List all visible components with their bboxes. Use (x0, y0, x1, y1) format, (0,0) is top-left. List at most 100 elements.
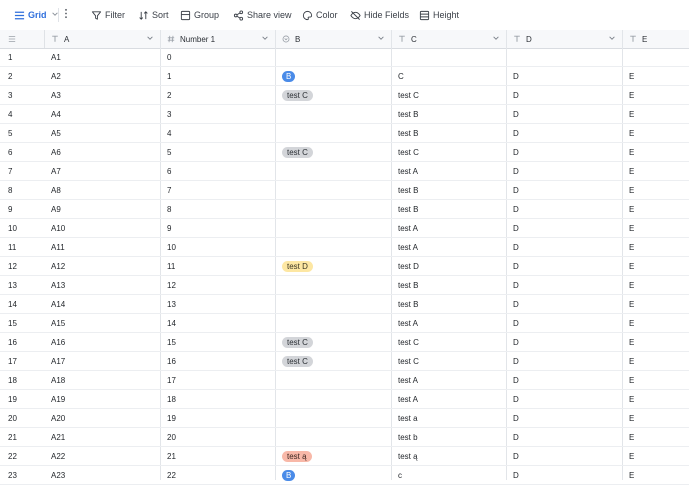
row-number-cell[interactable]: 22 (0, 447, 45, 465)
cell-b[interactable] (276, 105, 392, 123)
cell-c[interactable] (392, 48, 507, 66)
cell-d[interactable]: D (507, 200, 623, 218)
table-row[interactable]: 15 A15 14 test A D E (0, 314, 689, 333)
cell-b[interactable] (276, 371, 392, 389)
table-row[interactable]: 9 A9 8 test B D E (0, 200, 689, 219)
cell-e[interactable]: E (623, 238, 689, 256)
cell-b[interactable] (276, 238, 392, 256)
row-number-cell[interactable]: 23 (0, 466, 45, 484)
cell-b[interactable]: test C (276, 143, 392, 161)
row-number-cell[interactable]: 8 (0, 181, 45, 199)
table-row[interactable]: 20 A20 19 test a D E (0, 409, 689, 428)
cell-d[interactable]: D (507, 409, 623, 427)
row-number-cell[interactable]: 1 (0, 48, 45, 66)
cell-a[interactable]: A6 (45, 143, 161, 161)
row-number-cell[interactable]: 6 (0, 143, 45, 161)
cell-d[interactable]: D (507, 67, 623, 85)
row-number-cell[interactable]: 13 (0, 276, 45, 294)
cell-e[interactable]: E (623, 352, 689, 370)
row-number-cell[interactable]: 18 (0, 371, 45, 389)
cell-e[interactable]: E (623, 162, 689, 180)
cell-b[interactable] (276, 200, 392, 218)
cell-d[interactable]: D (507, 352, 623, 370)
cell-c[interactable]: test D (392, 257, 507, 275)
cell-number-1[interactable]: 22 (161, 466, 276, 484)
cell-e[interactable]: E (623, 276, 689, 294)
chevron-down-icon[interactable] (492, 34, 500, 42)
cell-c[interactable]: c (392, 466, 507, 484)
cell-b[interactable]: test C (276, 333, 392, 351)
table-row[interactable]: 21 A21 20 test b D E (0, 428, 689, 447)
cell-d[interactable]: D (507, 257, 623, 275)
cell-number-1[interactable]: 21 (161, 447, 276, 465)
share-view-button[interactable]: Share view (233, 0, 292, 30)
chevron-down-icon[interactable] (608, 34, 616, 42)
table-row[interactable]: 6 A6 5 test C test C D E (0, 143, 689, 162)
cell-b[interactable] (276, 314, 392, 332)
cell-c[interactable]: test C (392, 352, 507, 370)
cell-number-1[interactable]: 14 (161, 314, 276, 332)
row-number-cell[interactable]: 15 (0, 314, 45, 332)
row-number-cell[interactable]: 7 (0, 162, 45, 180)
table-row[interactable]: 3 A3 2 test C test C D E (0, 86, 689, 105)
cell-b[interactable] (276, 295, 392, 313)
table-row[interactable]: 1 A1 0 (0, 48, 689, 67)
cell-c[interactable]: test A (392, 162, 507, 180)
row-number-cell[interactable]: 5 (0, 124, 45, 142)
cell-a[interactable]: A21 (45, 428, 161, 446)
cell-c[interactable]: test C (392, 333, 507, 351)
cell-e[interactable]: E (623, 124, 689, 142)
cell-number-1[interactable]: 20 (161, 428, 276, 446)
cell-c[interactable]: test A (392, 238, 507, 256)
table-row[interactable]: 7 A7 6 test A D E (0, 162, 689, 181)
cell-c[interactable]: test b (392, 428, 507, 446)
cell-a[interactable]: A15 (45, 314, 161, 332)
cell-a[interactable]: A8 (45, 181, 161, 199)
cell-e[interactable]: E (623, 371, 689, 389)
cell-b[interactable]: B (276, 466, 392, 484)
cell-c[interactable]: test A (392, 314, 507, 332)
table-row[interactable]: 16 A16 15 test C test C D E (0, 333, 689, 352)
cell-d[interactable]: D (507, 86, 623, 104)
cell-b[interactable] (276, 124, 392, 142)
cell-e[interactable]: E (623, 67, 689, 85)
table-row[interactable]: 11 A11 10 test A D E (0, 238, 689, 257)
cell-b[interactable] (276, 162, 392, 180)
cell-e[interactable]: E (623, 466, 689, 484)
cell-d[interactable]: D (507, 124, 623, 142)
cell-c[interactable]: test B (392, 200, 507, 218)
cell-d[interactable]: D (507, 371, 623, 389)
cell-d[interactable]: D (507, 181, 623, 199)
chevron-down-icon[interactable] (261, 34, 269, 42)
row-height-button[interactable]: Height (419, 0, 459, 30)
cell-d[interactable]: D (507, 295, 623, 313)
cell-number-1[interactable]: 18 (161, 390, 276, 408)
table-row[interactable]: 4 A4 3 test B D E (0, 105, 689, 124)
cell-c[interactable]: test A (392, 371, 507, 389)
cell-a[interactable]: A1 (45, 48, 161, 66)
cell-e[interactable]: E (623, 390, 689, 408)
cell-a[interactable]: A16 (45, 333, 161, 351)
table-row[interactable]: 23 A23 22 Bc D E (0, 466, 689, 485)
cell-d[interactable]: D (507, 447, 623, 465)
cell-d[interactable] (507, 48, 623, 66)
column-header-number-1[interactable]: Number 1 (161, 30, 276, 48)
cell-e[interactable]: E (623, 295, 689, 313)
cell-d[interactable]: D (507, 390, 623, 408)
cell-c[interactable]: test A (392, 219, 507, 237)
cell-e[interactable]: E (623, 314, 689, 332)
cell-c[interactable]: test B (392, 105, 507, 123)
cell-d[interactable]: D (507, 333, 623, 351)
cell-c[interactable]: test B (392, 276, 507, 294)
cell-b[interactable] (276, 390, 392, 408)
cell-c[interactable]: test C (392, 143, 507, 161)
cell-number-1[interactable]: 6 (161, 162, 276, 180)
cell-number-1[interactable]: 8 (161, 200, 276, 218)
cell-number-1[interactable]: 16 (161, 352, 276, 370)
cell-a[interactable]: A14 (45, 295, 161, 313)
cell-number-1[interactable]: 13 (161, 295, 276, 313)
cell-b[interactable] (276, 181, 392, 199)
cell-number-1[interactable]: 2 (161, 86, 276, 104)
more-options-button[interactable] (64, 0, 68, 30)
cell-c[interactable]: test a (392, 409, 507, 427)
